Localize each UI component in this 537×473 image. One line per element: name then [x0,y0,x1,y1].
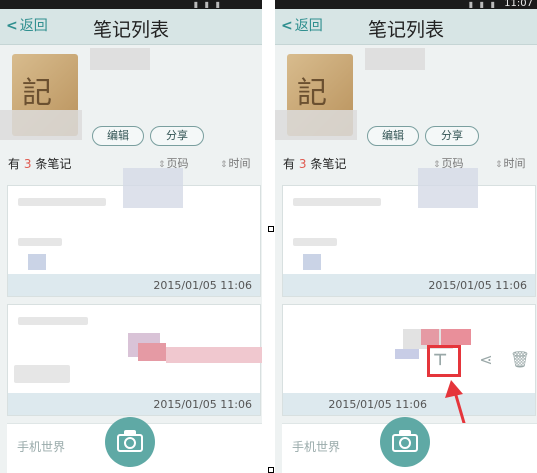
crop-handle [268,467,274,473]
blurred-region [0,110,82,140]
note-date: 2015/01/05 11:06 [153,398,252,411]
status-time: 11:07 [504,0,533,9]
blurred-image [303,254,321,270]
status-icons: ▮ ▮ ▮ [468,0,497,9]
blurred-image [123,168,183,208]
blurred-image [395,349,419,359]
crop-handle [268,226,274,232]
sort-arrow-icon: ⇕ [495,160,503,170]
note-date: 2015/01/05 11:06 [153,279,252,292]
camera-button[interactable] [380,417,430,467]
blurred-text [293,198,381,206]
sort-by-time[interactable]: ⇕时间 [220,155,251,171]
bottom-label: 手机世界 [292,440,341,454]
highlight-box [427,345,461,377]
note-card[interactable]: 2015/01/05 11:06 [7,304,262,416]
share-button[interactable]: 分享 [425,126,479,146]
share-icon[interactable]: ⋖ [475,349,497,371]
blurred-region [275,110,357,140]
blurred-image [138,343,166,361]
blurred-book-title [90,48,150,70]
sort-by-time[interactable]: ⇕时间 [495,155,526,171]
trash-icon[interactable]: 🗑 [509,349,531,371]
edit-label: 编辑 [382,129,404,142]
blurred-text [18,317,88,325]
note-card-footer: 2015/01/05 11:06 [8,274,260,296]
bottom-label: 手机世界 [17,440,66,454]
page-title: 笔记列表 [92,19,169,41]
share-button[interactable]: 分享 [150,126,204,146]
book-cover-glyph: 記 [297,76,327,111]
blurred-text [18,198,106,206]
share-label: 分享 [441,129,463,142]
nav-bar: < 返回 笔记列表 [0,9,262,45]
note-count: 有 3 条笔记 [8,157,72,171]
note-date: 2015/01/05 11:06 [428,279,527,292]
camera-button[interactable] [105,417,155,467]
note-count-row: 有 3 条笔记 ⇕页码 ⇕时间 [283,155,533,173]
screen-right: ▮ ▮ ▮ 11:07 < 返回 笔记列表 記 编辑 分享 有 3 条笔记 ⇕页码… [275,0,537,473]
note-card-footer: 2015/01/05 11:06 [283,393,535,415]
nav-bar: < 返回 笔记列表 [275,9,537,45]
sort-arrow-icon: ⇕ [220,160,228,170]
page-title: 笔记列表 [367,19,444,41]
blurred-image [166,347,262,363]
share-label: 分享 [166,129,188,142]
note-count: 有 3 条笔记 [283,157,347,171]
blurred-book-title [365,48,425,70]
note-date: 2015/01/05 11:06 [328,398,427,411]
note-card-footer: 2015/01/05 11:06 [8,393,260,415]
status-bar: ▮ ▮ ▮ [0,0,262,9]
edit-label: 编辑 [107,129,129,142]
book-cover-glyph: 記 [22,76,52,111]
blurred-image [421,329,439,345]
note-card-swiped[interactable]: ⊤ ⋖ 🗑 2015/01/05 11:06 [282,304,536,416]
edit-button[interactable]: 编辑 [92,126,144,146]
blurred-text [293,238,337,246]
blurred-image [28,254,46,270]
status-bar: ▮ ▮ ▮ 11:07 [275,0,537,9]
blurred-image [441,329,471,345]
blurred-text [14,365,70,383]
screen-left: ▮ ▮ ▮ < 返回 笔记列表 記 编辑 分享 有 3 条笔记 ⇕页码 ⇕时间 2… [0,0,262,473]
blurred-image [418,168,478,208]
status-icons: ▮ ▮ ▮ [193,0,222,9]
blurred-text [18,238,62,246]
note-card[interactable]: 2015/01/05 11:06 [282,168,536,297]
note-card-footer: 2015/01/05 11:06 [283,274,535,296]
note-card[interactable]: 2015/01/05 11:06 [7,168,261,297]
edit-button[interactable]: 编辑 [367,126,419,146]
